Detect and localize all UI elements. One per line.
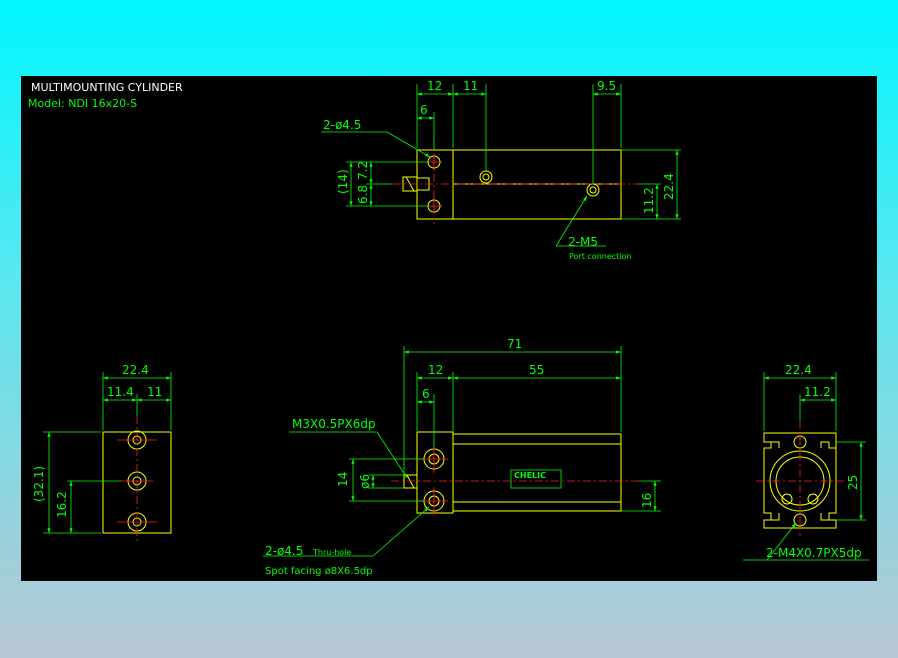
dim-left-22-4: 22.4 bbox=[122, 363, 149, 377]
model-label: Model: NDI 16x20-S bbox=[28, 97, 137, 110]
top-view-port bbox=[479, 170, 493, 184]
dim-front-14: 14 bbox=[336, 472, 350, 487]
dim-front-16: 16 bbox=[640, 493, 654, 508]
dim-right-11-2: 11.2 bbox=[804, 385, 831, 399]
cad-drawing: MULTIMOUNTING CYLINDER Model: NDI 16x20-… bbox=[28, 79, 869, 577]
top-hole-callout: 2-ø4.5 bbox=[323, 118, 361, 132]
left-end-view: 22.4 11.4 11 (32.1) 16.2 bbox=[32, 363, 172, 541]
top-view-endcap bbox=[416, 149, 454, 220]
dim-top-12: 12 bbox=[427, 79, 442, 93]
dim-front-6: 6 bbox=[422, 387, 430, 401]
top-view-port bbox=[586, 183, 600, 197]
thru-hole-note: Thru-hole bbox=[312, 548, 351, 557]
port-note: Port connection bbox=[569, 252, 631, 261]
dim-left-32-1: (32.1) bbox=[32, 466, 46, 502]
front-hole-callout: 2-ø4.5 bbox=[265, 544, 303, 558]
dim-right-25: 25 bbox=[846, 475, 860, 490]
dim-top-9-5: 9.5 bbox=[597, 79, 616, 93]
dim-left-16-2: 16.2 bbox=[55, 491, 69, 518]
dim-top-11: 11 bbox=[463, 79, 478, 93]
dim-top-6: 6 bbox=[420, 103, 428, 117]
dim-front-55: 55 bbox=[529, 363, 544, 377]
front-thread-callout: M3X0.5PX6dp bbox=[292, 417, 376, 431]
port-callout: 2-M5 bbox=[568, 235, 598, 249]
right-end-view: 22.4 11.2 25 2-M4X0.7PX5dp bbox=[743, 363, 869, 561]
dim-left-11-4: 11.4 bbox=[107, 385, 134, 399]
dim-top-22-4: 22.4 bbox=[662, 173, 676, 200]
spot-facing-note: Spot facing ø8X6.5dp bbox=[265, 566, 373, 577]
dim-right-22-4: 22.4 bbox=[785, 363, 812, 377]
dim-top-6-8: 6.8 bbox=[356, 185, 370, 204]
drawing-title: MULTIMOUNTING CYLINDER bbox=[31, 81, 183, 94]
brand-logo: CHELIC bbox=[514, 471, 546, 480]
dim-top-14: (14) bbox=[336, 169, 350, 194]
front-view: CHELIC 71 12 55 6 M3X0.5PX6dp 14 ø6 16 2… bbox=[263, 337, 661, 577]
top-view: 12 11 9.5 6 2-ø4.5 (14) 7.2 6.8 22.4 11.… bbox=[321, 79, 681, 261]
dim-top-11-2: 11.2 bbox=[642, 187, 656, 214]
dim-front-71: 71 bbox=[507, 337, 522, 351]
dim-front-12: 12 bbox=[428, 363, 443, 377]
right-thread-callout: 2-M4X0.7PX5dp bbox=[766, 546, 862, 560]
dim-top-7-2: 7.2 bbox=[356, 161, 370, 180]
dim-left-11: 11 bbox=[147, 385, 162, 399]
dim-front-phi6: ø6 bbox=[358, 474, 372, 489]
drawing-panel: MULTIMOUNTING CYLINDER Model: NDI 16x20-… bbox=[21, 76, 877, 581]
